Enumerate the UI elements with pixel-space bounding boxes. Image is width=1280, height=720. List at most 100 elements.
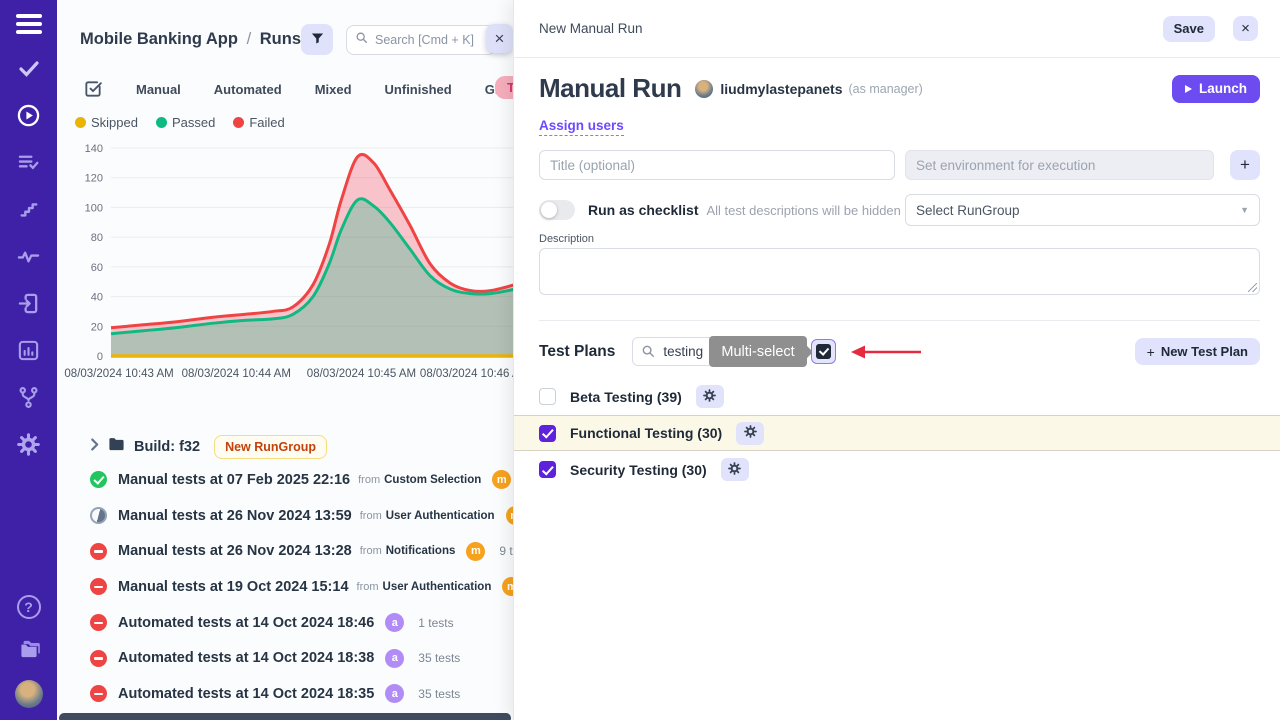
tasks-check-icon[interactable] — [16, 55, 42, 81]
filter-button[interactable] — [301, 24, 333, 55]
activity-icon[interactable] — [16, 243, 42, 269]
analytics-icon[interactable] — [16, 337, 42, 363]
new-test-plan-button[interactable]: + New Test Plan — [1135, 338, 1260, 365]
add-environment-button[interactable]: + — [1230, 150, 1260, 180]
plan-checkbox-checked[interactable] — [539, 461, 556, 478]
play-icon — [1185, 85, 1192, 93]
manager-name[interactable]: liudmylastepanets — [720, 81, 842, 97]
tab-mixed[interactable]: Mixed — [315, 82, 352, 97]
user-avatar[interactable] — [15, 680, 43, 708]
status-failed-icon — [90, 685, 107, 702]
rungroup-row[interactable]: Build: f32 New RunGroup — [90, 432, 513, 462]
run-source: Custom Selection — [384, 474, 481, 486]
run-title: Manual tests at 26 Nov 2024 13:28 — [118, 543, 352, 559]
legend-item-skipped[interactable]: Skipped — [75, 115, 138, 130]
tab-manual[interactable]: Manual — [136, 82, 181, 97]
app-sidebar: ? — [0, 0, 57, 720]
breadcrumb-project[interactable]: Mobile Banking App — [80, 30, 238, 48]
svg-text:120: 120 — [85, 173, 103, 185]
run-from-label: from — [357, 581, 379, 593]
search-input[interactable] — [375, 33, 487, 47]
run-list-item[interactable]: Automated tests at 14 Oct 2024 18:38 a 3… — [90, 640, 513, 676]
checklist-hint: All test descriptions will be hidden — [707, 203, 901, 218]
plan-checkbox-checked[interactable] — [539, 425, 556, 442]
modal-title: New Manual Run — [539, 21, 643, 36]
settings-gear-icon[interactable] — [16, 431, 42, 457]
plan-name[interactable]: Functional Testing (30) — [570, 425, 722, 441]
run-tests-count: 9 tests — [499, 544, 513, 558]
passed-dot-icon — [156, 117, 167, 128]
new-manual-run-modal: New Manual Run Save × Manual Run liudmyl… — [513, 0, 1280, 720]
title-field[interactable] — [539, 150, 895, 180]
run-as-checklist-toggle[interactable] — [539, 200, 575, 220]
plan-name[interactable]: Security Testing (30) — [570, 462, 707, 478]
save-button[interactable]: Save — [1163, 16, 1215, 42]
new-rungroup-badge[interactable]: New RunGroup — [214, 435, 327, 459]
run-title: Automated tests at 14 Oct 2024 18:35 — [118, 686, 374, 702]
chevron-down-icon: ▼ — [1240, 205, 1249, 215]
run-list-item[interactable]: Manual tests at 26 Nov 2024 13:59 from U… — [90, 498, 513, 534]
close-icon[interactable]: × — [1233, 16, 1258, 41]
plus-icon: + — [1147, 344, 1155, 360]
steps-icon[interactable] — [16, 196, 42, 222]
search-icon — [355, 31, 368, 49]
legend-item-failed[interactable]: Failed — [233, 115, 284, 130]
legend-item-passed[interactable]: Passed — [156, 115, 215, 130]
status-failed-icon — [90, 578, 107, 595]
run-list-item[interactable]: Automated tests at 14 Oct 2024 18:46 a 1… — [90, 605, 513, 641]
test-plans-icon[interactable] — [16, 149, 42, 175]
run-list-item[interactable]: Manual tests at 19 Oct 2024 15:14 from U… — [90, 569, 513, 605]
tab-unfinished[interactable]: Unfinished — [385, 82, 452, 97]
help-icon[interactable]: ? — [17, 595, 41, 619]
resize-handle[interactable] — [1248, 283, 1257, 292]
chart-legend: Skipped Passed Failed — [73, 115, 513, 130]
launch-button[interactable]: Launch — [1172, 75, 1260, 103]
status-passed-icon — [90, 471, 107, 488]
automated-badge: a — [385, 684, 404, 703]
test-plan-row-selected[interactable]: Security Testing (30) — [539, 454, 1260, 485]
collapse-panel-button[interactable]: × — [486, 24, 513, 53]
automated-badge: a — [385, 613, 404, 632]
test-plan-row[interactable]: Beta Testing (39) — [539, 381, 1260, 412]
page-title: Manual Run — [539, 73, 681, 104]
run-list: Build: f32 New RunGroup Manual tests at … — [57, 432, 513, 712]
report-checkbox-icon[interactable] — [83, 79, 103, 99]
run-list-item[interactable]: Automated tests at 14 Oct 2024 18:35 a 3… — [90, 676, 513, 712]
multi-select-button[interactable] — [811, 339, 836, 364]
funnel-icon — [310, 31, 325, 49]
runs-panel: Mobile Banking App / Runs × Manual Autom… — [57, 0, 513, 720]
branches-icon[interactable] — [16, 384, 42, 410]
run-list-item[interactable]: Manual tests at 26 Nov 2024 13:28 from N… — [90, 533, 513, 569]
runs-play-icon[interactable] — [16, 102, 42, 128]
chart-plot-area: 020406080100120140 — [73, 138, 513, 368]
failed-dot-icon — [233, 117, 244, 128]
description-field[interactable] — [539, 248, 1260, 295]
plan-settings-gear-icon[interactable] — [721, 458, 749, 481]
test-plans-heading: Test Plans — [539, 343, 615, 361]
cut-off-badge[interactable]: T — [495, 76, 513, 99]
tab-automated[interactable]: Automated — [214, 82, 282, 97]
horizontal-scrollbar[interactable] — [59, 713, 511, 720]
plan-name[interactable]: Beta Testing (39) — [570, 389, 682, 405]
environment-field[interactable] — [905, 150, 1214, 180]
run-from-label: from — [358, 474, 380, 486]
import-icon[interactable] — [16, 290, 42, 316]
run-title: Manual tests at 19 Oct 2024 15:14 — [118, 579, 349, 595]
menu-icon[interactable] — [16, 14, 42, 34]
folder-icon — [108, 437, 125, 457]
status-failed-icon — [90, 614, 107, 631]
plan-checkbox-unchecked[interactable] — [539, 388, 556, 405]
x-axis-label: 08/03/2024 10:44 AM — [182, 368, 291, 380]
chevron-right-icon[interactable] — [90, 438, 99, 456]
rungroup-select[interactable]: Select RunGroup ▼ — [905, 194, 1260, 226]
test-plan-row-selected[interactable]: Functional Testing (30) — [514, 415, 1280, 451]
status-in-progress-icon — [90, 507, 107, 524]
projects-folders-icon[interactable] — [16, 636, 42, 662]
runs-search — [346, 25, 496, 55]
plan-settings-gear-icon[interactable] — [736, 422, 764, 445]
x-axis-label: 08/03/2024 10:46 AM — [420, 368, 513, 380]
svg-text:140: 140 — [85, 143, 103, 155]
run-list-item[interactable]: Manual tests at 07 Feb 2025 22:16 from C… — [90, 462, 513, 498]
plan-settings-gear-icon[interactable] — [696, 385, 724, 408]
assign-users-link[interactable]: Assign users — [539, 118, 624, 136]
